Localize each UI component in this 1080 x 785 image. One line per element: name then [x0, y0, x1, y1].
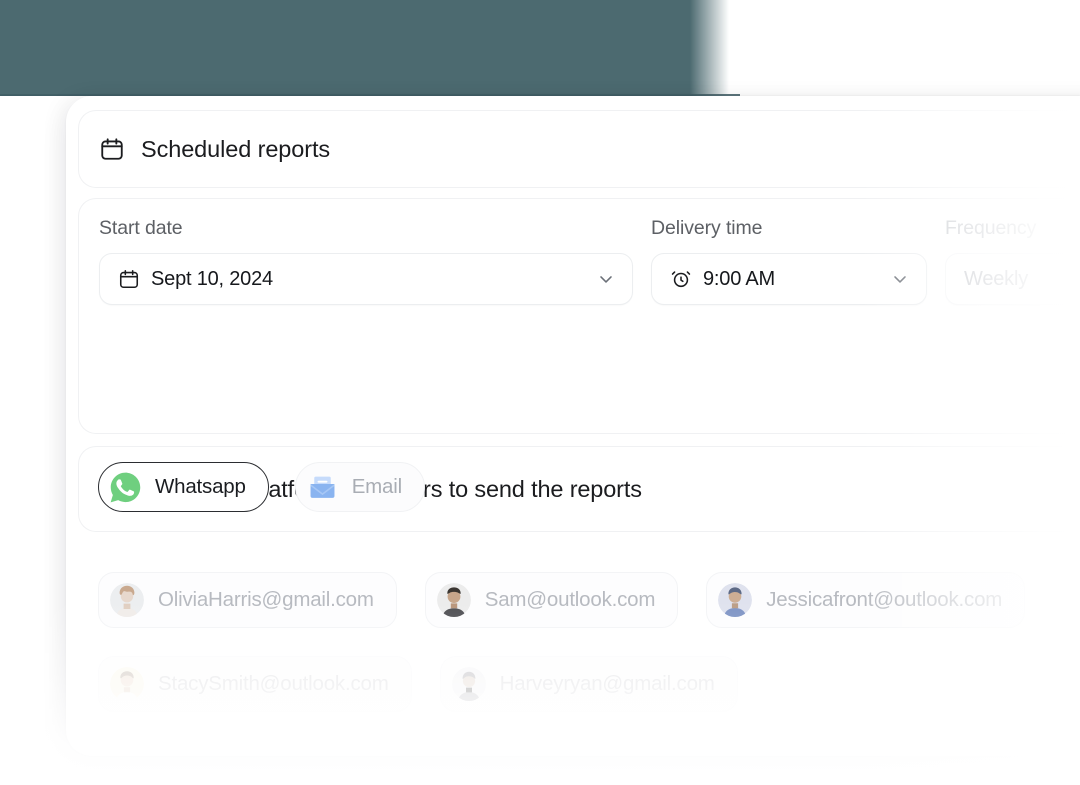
recipient-email: Sam@outlook.com	[484, 588, 656, 611]
avatar	[110, 583, 144, 617]
platform-chips: Whatsapp Email	[98, 462, 425, 512]
platform-chip-whatsapp[interactable]: Whatsapp	[98, 462, 269, 512]
field-start-date: Start date Sept 10, 2024	[99, 217, 633, 305]
recipient-email: OliviaHarris@gmail.com	[158, 588, 374, 611]
schedule-fields-panel: Start date Sept 10, 2024 Delivery time 9…	[78, 198, 1080, 434]
chevron-down-icon[interactable]	[890, 269, 910, 289]
card-header-panel: Scheduled reports	[78, 110, 1080, 188]
recipient-chip-olivia[interactable]: OliviaHarris@gmail.com	[98, 572, 397, 628]
recipient-list: OliviaHarris@gmail.com Sam@outlook.com J…	[98, 572, 1080, 740]
recipient-email: StacySmith@outlook.com	[158, 672, 389, 695]
avatar	[718, 583, 753, 617]
recipient-email: Jessicafront@outlook.com	[766, 588, 1003, 611]
field-label-frequency: Frequency	[945, 217, 1037, 239]
frequency-select[interactable]: Weekly	[945, 253, 1080, 305]
schedule-fields-row: Start date Sept 10, 2024 Delivery time 9…	[99, 217, 1080, 305]
start-date-value: Sept 10, 2024	[151, 267, 273, 290]
recipient-row: OliviaHarris@gmail.com Sam@outlook.com J…	[98, 572, 1080, 628]
recipient-email: Harveyryan@gmail.com	[499, 672, 715, 695]
page-title: Scheduled reports	[141, 135, 331, 162]
field-label-start-date: Start date	[99, 217, 183, 239]
sheet-left-edge	[0, 396, 66, 726]
recipient-row: StacySmith@outlook.com Harveyryan@gmail.…	[98, 656, 1080, 712]
screenshot-stage: Scheduled reports Start date Sept 10, 20…	[0, 0, 1080, 785]
recipient-chip-sam[interactable]: Sam@outlook.com	[424, 572, 679, 628]
start-date-select[interactable]: Sept 10, 2024	[99, 253, 633, 305]
field-delivery-time: Delivery time 9:00 AM	[651, 217, 927, 305]
avatar	[436, 583, 471, 617]
delivery-time-select[interactable]: 9:00 AM	[651, 253, 927, 305]
platform-chip-email[interactable]: Email	[294, 462, 425, 512]
field-label-delivery-time: Delivery time	[651, 217, 763, 239]
chevron-down-icon[interactable]	[596, 269, 616, 289]
recipient-chip-harvey[interactable]: Harveyryan@gmail.com	[439, 656, 738, 712]
delivery-time-value: 9:00 AM	[703, 267, 775, 290]
platform-chip-label-email: Email	[351, 475, 402, 498]
frequency-value: Weekly	[964, 267, 1029, 290]
calendar-icon	[99, 136, 125, 162]
field-frequency: Frequency Weekly	[945, 217, 1080, 305]
avatar	[110, 667, 144, 701]
email-envelope-icon	[306, 471, 339, 504]
recipient-chip-stacy[interactable]: StacySmith@outlook.com	[98, 656, 412, 712]
avatar	[451, 667, 486, 701]
alarm-clock-icon	[670, 268, 692, 290]
platform-chip-label-whatsapp: Whatsapp	[155, 475, 246, 498]
recipient-chip-jessica[interactable]: Jessicafront@outlook.com	[706, 572, 1026, 628]
whatsapp-icon	[109, 471, 142, 504]
calendar-icon	[118, 268, 140, 290]
